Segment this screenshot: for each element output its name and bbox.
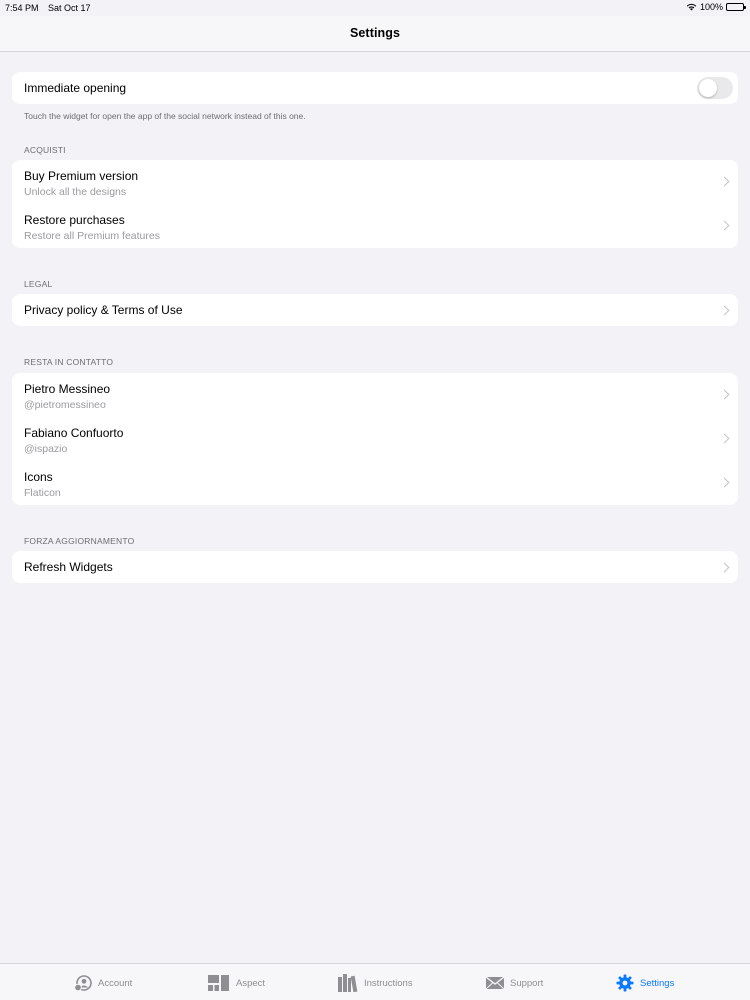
tab-account[interactable]: Account <box>74 974 132 992</box>
wifi-icon <box>686 3 697 11</box>
section-header-contatto: RESTA IN CONTATTO <box>24 357 114 367</box>
aggiornamento-group: Refresh Widgets <box>12 551 738 583</box>
books-icon <box>338 974 358 992</box>
row-title: Icons <box>24 470 53 484</box>
gear-icon <box>616 974 634 992</box>
tab-label: Support <box>510 977 544 989</box>
section-header-legal: LEGAL <box>24 279 53 289</box>
status-time: 7:54 PM <box>5 3 39 13</box>
tab-instructions[interactable]: Instructions <box>338 974 413 992</box>
contact-row-icons[interactable]: Icons Flaticon <box>12 461 738 505</box>
row-title: Restore purchases <box>24 213 125 227</box>
row-title: Pietro Messineo <box>24 382 111 396</box>
restore-purchases-row[interactable]: Restore purchases Restore all Premium fe… <box>12 204 738 248</box>
privacy-policy-row[interactable]: Privacy policy & Terms of Use <box>12 294 738 326</box>
contact-row-pietro[interactable]: Pietro Messineo @pietromessineo <box>12 373 738 417</box>
page-title: Settings <box>349 26 401 40</box>
chevron-right-icon <box>719 176 730 187</box>
tab-label: Instructions <box>364 977 413 989</box>
immediate-opening-footer: Touch the widget for open the app of the… <box>24 111 306 121</box>
chevron-right-icon <box>719 220 730 231</box>
immediate-opening-toggle[interactable] <box>697 77 733 99</box>
contatto-group: Pietro Messineo @pietromessineo Fabiano … <box>12 373 738 505</box>
status-date: Sat Oct 17 <box>48 3 91 13</box>
layout-icon <box>208 975 229 991</box>
row-subtitle: @pietromessineo <box>24 399 106 411</box>
chevron-right-icon <box>719 305 730 316</box>
tab-label: Aspect <box>236 977 266 989</box>
buy-premium-row[interactable]: Buy Premium version Unlock all the desig… <box>12 160 738 204</box>
section-header-acquisti: ACQUISTI <box>24 145 66 155</box>
toggle-knob <box>699 79 717 97</box>
refresh-widgets-row[interactable]: Refresh Widgets <box>12 551 738 583</box>
tab-label: Settings <box>640 977 675 989</box>
tab-label: Account <box>98 977 133 989</box>
immediate-opening-label: Immediate opening <box>24 81 127 95</box>
chevron-right-icon <box>719 562 730 573</box>
contact-row-fabiano[interactable]: Fabiano Confuorto @ispazio <box>12 417 738 461</box>
section-header-aggiornamento: FORZA AGGIORNAMENTO <box>24 536 135 546</box>
row-subtitle: Flaticon <box>24 487 61 499</box>
legal-group: Privacy policy & Terms of Use <box>12 294 738 326</box>
status-indicators: 100% <box>686 2 746 12</box>
navigation-bar: Settings <box>0 16 750 52</box>
row-title: Privacy policy & Terms of Use <box>24 303 183 317</box>
status-bar: 7:54 PM Sat Oct 17 100% <box>0 0 750 16</box>
row-title: Fabiano Confuorto <box>24 426 124 440</box>
row-title: Refresh Widgets <box>24 560 113 574</box>
immediate-opening-row: Immediate opening <box>12 72 738 104</box>
row-title: Buy Premium version <box>24 169 139 183</box>
tab-settings[interactable]: Settings <box>616 974 674 992</box>
person-icon <box>74 975 92 992</box>
chevron-right-icon <box>719 389 730 400</box>
tab-bar: Account Aspect Instructions Support Sett… <box>0 963 750 1000</box>
tab-support[interactable]: Support <box>486 974 543 992</box>
row-subtitle: Unlock all the designs <box>24 186 127 198</box>
chevron-right-icon <box>719 477 730 488</box>
immediate-opening-group: Immediate opening <box>12 72 738 104</box>
chevron-right-icon <box>719 433 730 444</box>
row-subtitle: @ispazio <box>24 443 68 455</box>
battery-icon <box>726 3 746 11</box>
acquisti-group: Buy Premium version Unlock all the desig… <box>12 160 738 248</box>
envelope-icon <box>486 976 504 990</box>
tab-aspect[interactable]: Aspect <box>208 974 265 992</box>
battery-percentage: 100% <box>699 2 723 12</box>
row-subtitle: Restore all Premium features <box>24 230 160 242</box>
